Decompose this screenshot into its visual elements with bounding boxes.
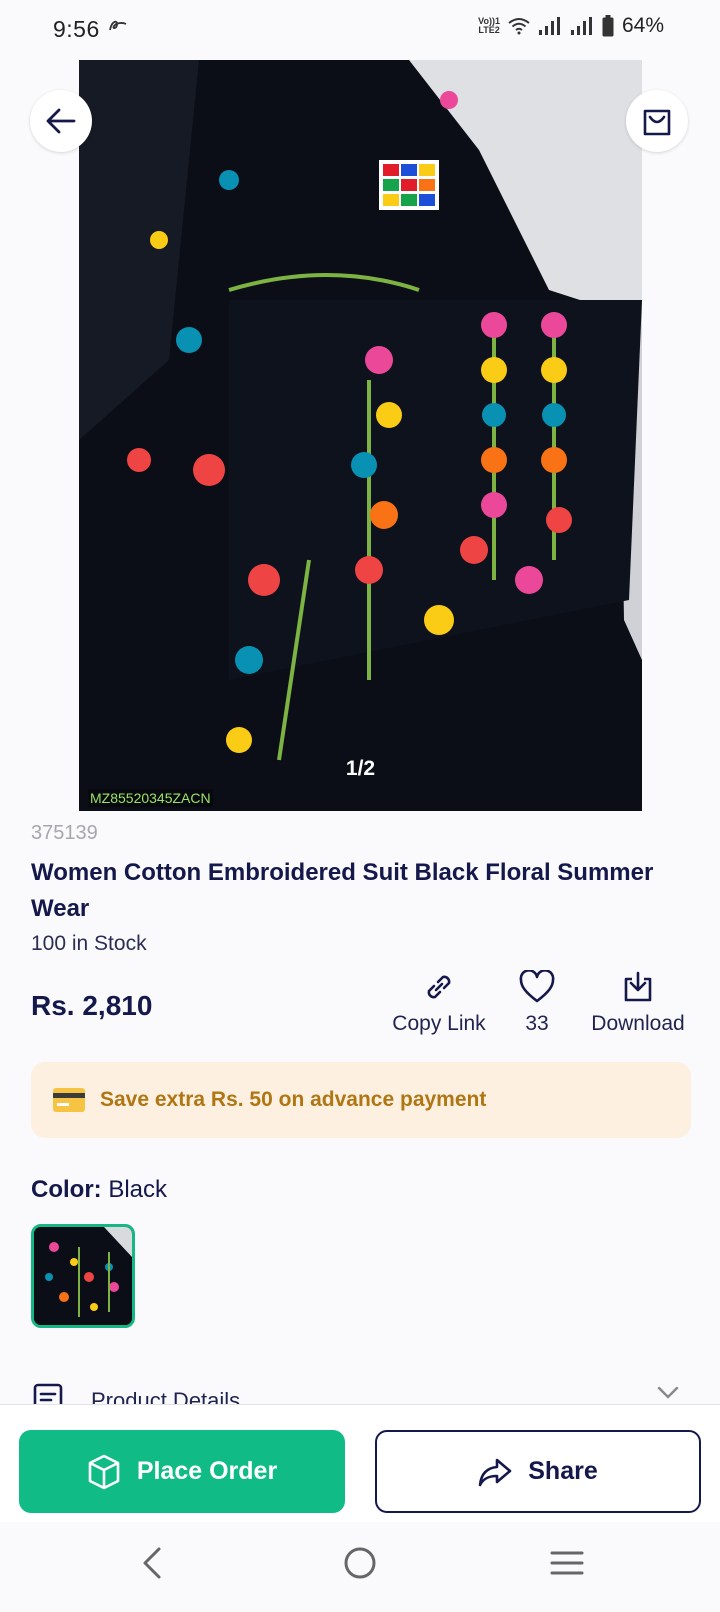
shopping-bag-icon: [643, 109, 671, 136]
credit-card-icon: [53, 1088, 85, 1112]
link-icon: [427, 975, 451, 999]
status-icons: Vo))1 LTE2 64%: [478, 14, 664, 38]
system-navigation-bar: [0, 1522, 720, 1612]
download-icon: [624, 971, 652, 1002]
nav-back-icon[interactable]: [140, 1546, 164, 1580]
box-icon: [88, 1454, 120, 1489]
notification-swirl-icon: [109, 20, 127, 31]
product-details-icon: [33, 1383, 63, 1404]
share-icon: [478, 1458, 512, 1486]
image-watermark: MZ85520345ZACN: [88, 789, 213, 807]
status-time: 9:56: [53, 16, 100, 42]
download-label: Download: [591, 1012, 685, 1035]
product-image: [79, 60, 642, 811]
share-button[interactable]: Share: [375, 1430, 701, 1513]
battery-icon: [602, 15, 614, 37]
product-price: Rs. 2,810: [31, 990, 153, 1021]
wifi-icon: [508, 18, 530, 35]
place-order-button[interactable]: Place Order: [19, 1430, 345, 1513]
gallery-counter: 1/2: [345, 757, 376, 780]
product-details-row[interactable]: Product Details: [31, 1382, 691, 1404]
copy-link-label: Copy Link: [392, 1012, 486, 1035]
advance-payment-banner: Save extra Rs. 50 on advance payment: [31, 1062, 691, 1138]
signal-icon-2: [570, 17, 592, 35]
download-button[interactable]: Download: [580, 970, 696, 1036]
color-swatch-black[interactable]: [31, 1224, 135, 1328]
signal-icon-1: [538, 17, 560, 35]
product-sku: 375139: [31, 822, 98, 844]
like-count: 33: [525, 1012, 549, 1035]
product-title: Women Cotton Embroidered Suit Black Flor…: [31, 859, 654, 922]
like-button[interactable]: 33: [507, 970, 567, 1036]
color-selector-label: Color: Black: [31, 1176, 167, 1204]
copy-link-button[interactable]: Copy Link: [382, 970, 496, 1036]
nav-menu-icon[interactable]: [550, 1546, 584, 1580]
back-button[interactable]: [30, 90, 92, 152]
cart-button[interactable]: [626, 90, 688, 152]
chevron-down-icon: [657, 1386, 679, 1399]
volte-indicator: Vo))1 LTE2: [478, 17, 500, 35]
battery-percentage: 64%: [621, 14, 664, 37]
nav-home-icon[interactable]: [343, 1546, 377, 1580]
status-bar: 9:56 Vo))1 LTE2 64%: [0, 0, 720, 58]
promo-text: Save extra Rs. 50 on advance payment: [100, 1088, 487, 1111]
heart-icon: [519, 970, 555, 1003]
share-label: Share: [528, 1457, 598, 1485]
product-image-gallery[interactable]: 1/2 MZ85520345ZACN: [79, 60, 642, 811]
cube-toy: [379, 160, 439, 210]
color-swatch-image: [34, 1227, 132, 1325]
bottom-action-bar: Place Order Share: [0, 1404, 720, 1522]
color-label: Color:: [31, 1176, 102, 1203]
product-details-label: Product Details: [91, 1388, 241, 1404]
stock-status: 100 in Stock: [31, 932, 147, 955]
back-arrow-icon: [46, 108, 76, 134]
lte-label: LTE2: [478, 25, 500, 35]
place-order-label: Place Order: [136, 1457, 278, 1485]
color-value: Black: [108, 1176, 168, 1203]
